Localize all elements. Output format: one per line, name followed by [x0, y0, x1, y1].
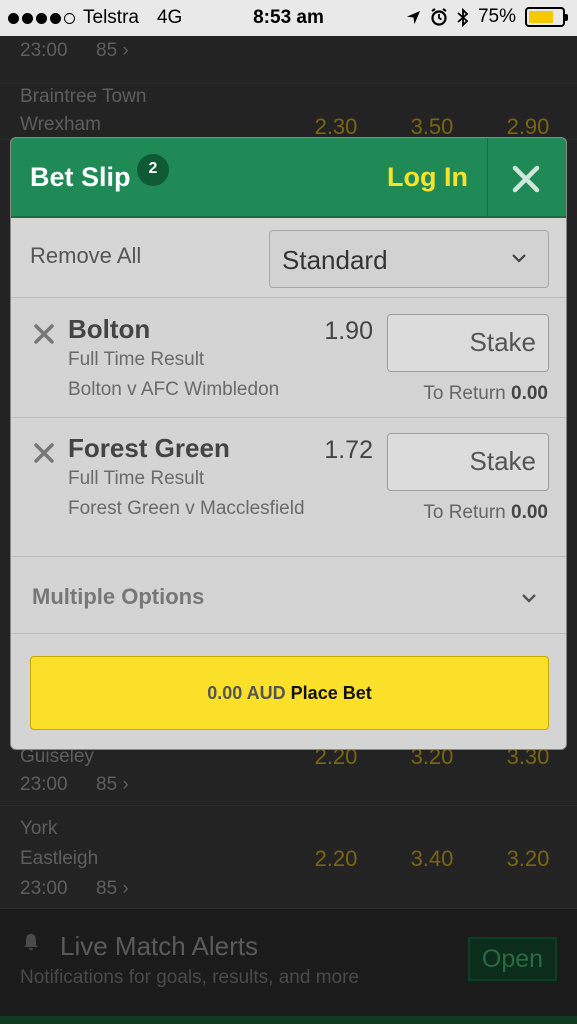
remove-selection-icon[interactable]	[33, 442, 55, 464]
to-return-text: To Return 0.00	[423, 383, 548, 404]
to-return-text: To Return 0.00	[423, 502, 548, 523]
bell-icon	[24, 934, 38, 950]
place-bet-button[interactable]: 0.00 AUD Place Bet	[30, 656, 549, 730]
match-row: Guiseley 23:00 85 › 2.20 3.20 3.30	[0, 744, 577, 806]
alarm-clock-icon	[431, 8, 447, 26]
match-row: Braintree Town Wrexham 2.30 3.50 2.90	[0, 84, 577, 140]
selection-odds: 1.72	[324, 436, 373, 464]
remove-selection-icon[interactable]	[33, 323, 55, 345]
battery-percent: 75%	[477, 6, 516, 27]
stake-input[interactable]: Stake	[387, 314, 549, 372]
selection-name: Bolton	[68, 314, 151, 344]
place-bet-label: Place Bet	[290, 683, 372, 703]
location-arrow-icon	[406, 10, 421, 24]
multiple-options-toggle[interactable]: Multiple Options	[11, 557, 566, 634]
close-icon[interactable]	[509, 162, 543, 196]
bet-type-value: Standard	[282, 245, 388, 275]
tab-bar-edge	[0, 1016, 577, 1024]
bet-slip-modal: Bet Slip 2 Log In Remove All Standard Bo…	[10, 137, 567, 750]
open-alerts-button[interactable]: Open	[468, 937, 557, 981]
selection-event: Forest Green v Macclesfield	[68, 498, 305, 519]
header-divider	[487, 138, 488, 218]
selection-market: Full Time Result	[68, 468, 205, 489]
selection-item: Forest Green Full Time Result Forest Gre…	[11, 418, 566, 557]
stake-input[interactable]: Stake	[387, 433, 549, 491]
bet-slip-title: Bet Slip	[30, 162, 131, 192]
selection-name: Forest Green	[68, 433, 230, 463]
selection-market: Full Time Result	[68, 349, 205, 370]
place-bet-amount: 0.00 AUD	[207, 683, 286, 703]
battery-icon	[525, 7, 568, 27]
alerts-subtitle: Notifications for goals, results, and mo…	[20, 967, 359, 988]
match-row: 23:00 85 ›	[0, 36, 577, 84]
remove-all-button[interactable]: Remove All	[30, 243, 141, 269]
selection-odds: 1.90	[324, 317, 373, 345]
bet-type-select[interactable]: Standard	[269, 230, 549, 288]
live-match-alerts-banner: Live Match Alerts Notifications for goal…	[0, 909, 577, 1024]
log-in-button[interactable]: Log In	[387, 162, 468, 193]
bluetooth-icon	[457, 7, 469, 27]
selection-count-badge: 2	[137, 154, 169, 186]
chevron-down-icon	[512, 254, 526, 263]
multiple-options-label: Multiple Options	[32, 584, 205, 609]
bet-slip-header: Bet Slip 2 Log In	[11, 138, 566, 218]
alerts-title: Live Match Alerts	[60, 931, 258, 961]
selection-item: Bolton Full Time Result Bolton v AFC Wim…	[11, 299, 566, 418]
match-row: York Eastleigh 23:00 85 › 2.20 3.40 3.20	[0, 806, 577, 909]
status-bar: Telstra 4G 8:53 am 75%	[0, 0, 577, 36]
bet-slip-toolbar: Remove All Standard	[11, 220, 566, 298]
chevron-down-icon	[522, 594, 536, 603]
selection-event: Bolton v AFC Wimbledon	[68, 379, 280, 400]
